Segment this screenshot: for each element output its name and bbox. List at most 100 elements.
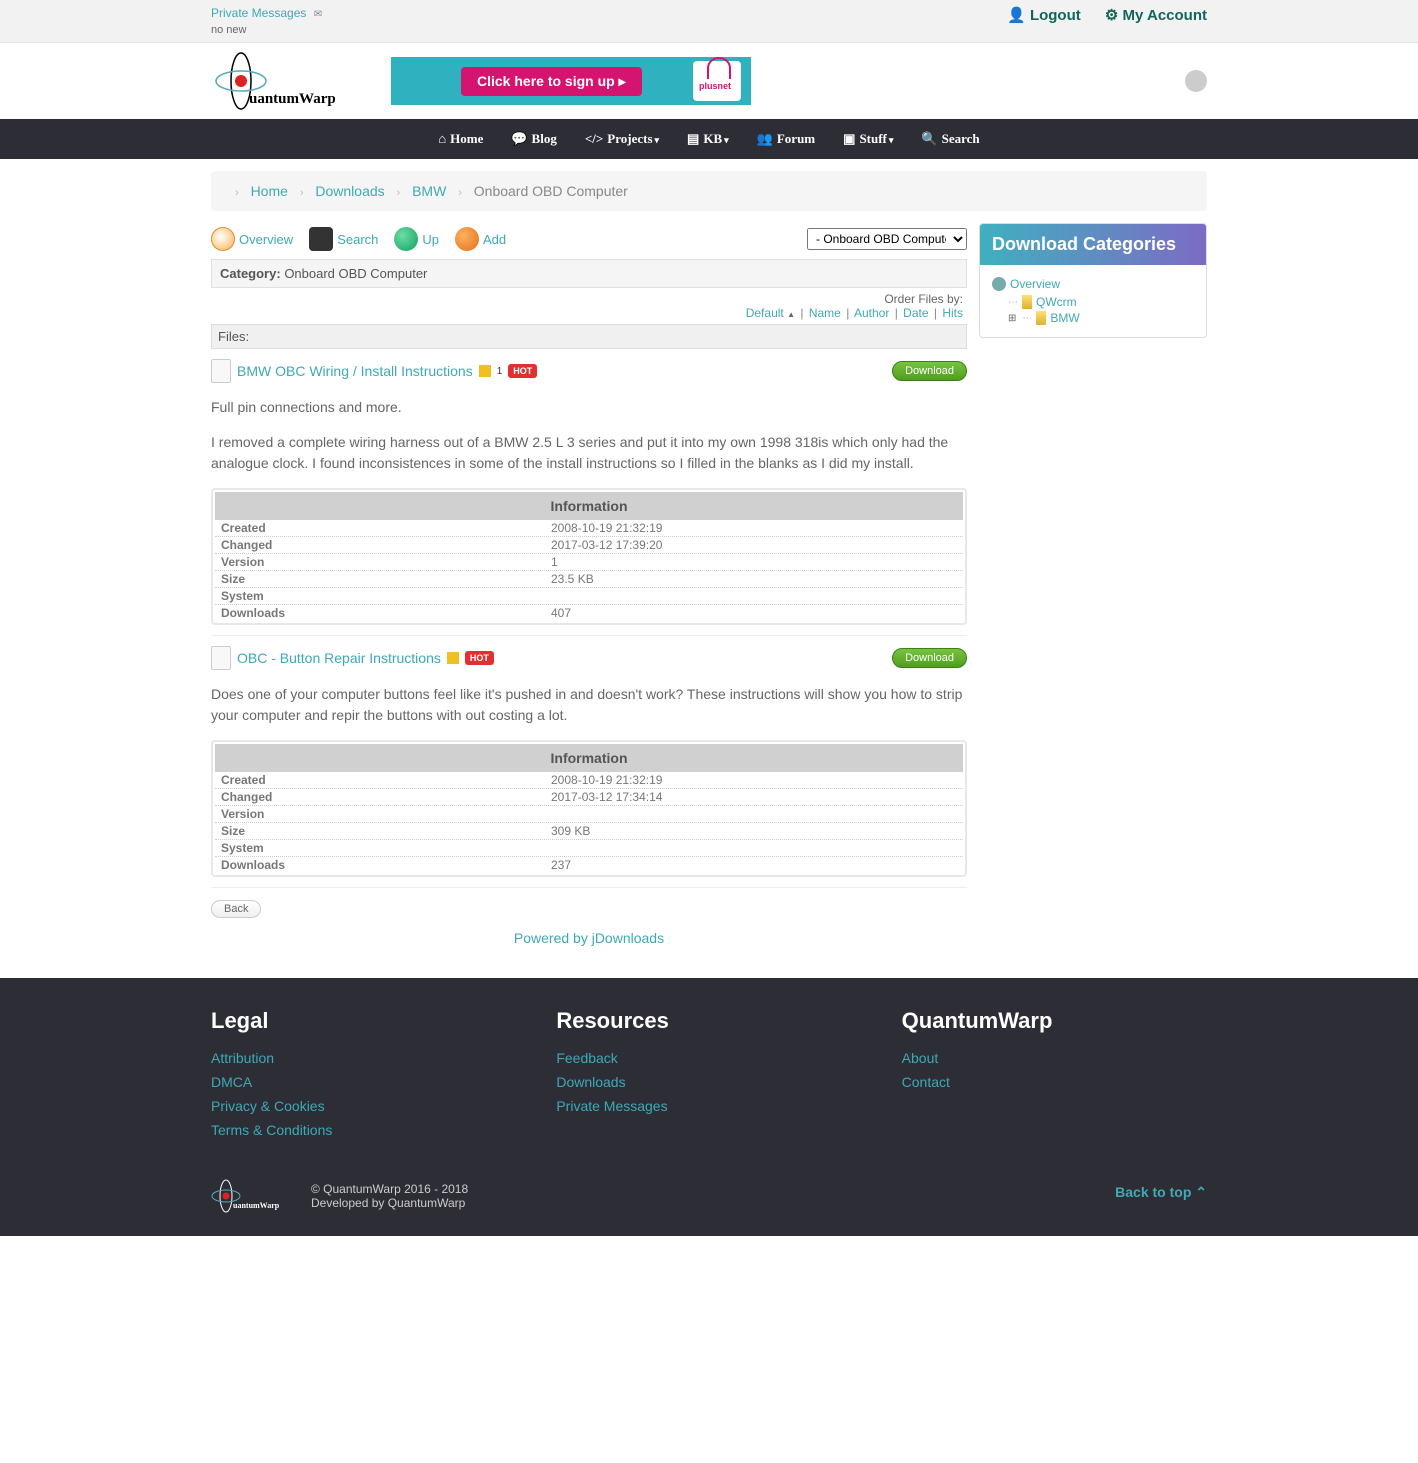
toolbar-up[interactable]: Up — [394, 227, 439, 251]
site-logo[interactable]: uantumWarp — [211, 51, 351, 111]
chevron-down-icon: ▾ — [889, 135, 894, 145]
nav-forum[interactable]: 👥Forum — [757, 131, 815, 147]
footer-link[interactable]: Downloads — [556, 1074, 861, 1090]
category-bar: Category: Onboard OBD Computer — [211, 259, 967, 288]
sort-default[interactable]: Default — [746, 306, 784, 320]
envelope-icon: ✉ — [314, 9, 322, 20]
breadcrumb-home[interactable]: Home — [251, 183, 288, 199]
book-icon: ▤ — [687, 131, 699, 146]
user-icon: 👤 — [1007, 7, 1026, 24]
chevron-down-icon: ▾ — [655, 135, 660, 145]
tree-expand-icon[interactable]: ⊞ — [1008, 313, 1016, 324]
breadcrumb-downloads[interactable]: Downloads — [315, 183, 384, 199]
footer-link[interactable]: Privacy & Cookies — [211, 1098, 516, 1114]
file-info-table: Information Created2008-10-19 21:32:19 C… — [211, 740, 967, 877]
sort-name[interactable]: Name — [809, 306, 841, 320]
footer-link[interactable]: DMCA — [211, 1074, 516, 1090]
chevron-down-icon: ▾ — [724, 135, 729, 145]
file-icon — [211, 359, 231, 383]
my-account-link[interactable]: ⚙ My Account — [1105, 7, 1207, 24]
powered-by-link[interactable]: Powered by jDownloads — [514, 930, 664, 946]
hot-badge: HOT — [508, 364, 537, 378]
nav-projects[interactable]: </>Projects▾ — [585, 131, 659, 147]
files-header: Files: — [211, 324, 967, 349]
github-icon[interactable] — [1185, 70, 1207, 92]
no-new-label: no new — [211, 24, 322, 36]
sort-asc-icon: ▲ — [787, 310, 795, 319]
footer-logo: uantumWarp — [211, 1176, 291, 1216]
toolbar-overview[interactable]: Overview — [211, 227, 293, 251]
tree-bmw[interactable]: BMW — [1050, 311, 1079, 325]
edit-icon[interactable] — [447, 652, 459, 664]
toolbar-search[interactable]: Search — [309, 227, 378, 251]
globe-icon — [992, 277, 1006, 291]
nav-home[interactable]: ⌂Home — [438, 131, 483, 147]
copyright: © QuantumWarp 2016 - 2018 — [311, 1182, 468, 1196]
overview-icon — [211, 227, 235, 251]
gear-icon: ⚙ — [1105, 7, 1118, 24]
file-info-table: Information Created2008-10-19 21:32:19 C… — [211, 488, 967, 625]
file-title-link[interactable]: OBC - Button Repair Instructions — [237, 650, 441, 666]
comment-icon: 💬 — [511, 131, 527, 146]
chevron-up-icon: ⌃ — [1195, 1184, 1207, 1200]
nav-stuff[interactable]: ▣Stuff▾ — [843, 131, 893, 147]
home-icon: ⌂ — [438, 131, 446, 146]
sort-author[interactable]: Author — [854, 306, 889, 320]
folder-icon — [1036, 311, 1046, 325]
footer-legal-header: Legal — [211, 1008, 516, 1034]
footer-link[interactable]: Contact — [902, 1074, 1207, 1090]
breadcrumb-current: Onboard OBD Computer — [474, 183, 628, 199]
breadcrumb: › Home › Downloads › BMW › Onboard OBD C… — [211, 171, 1207, 211]
arrow-up-icon — [394, 227, 418, 251]
edit-icon[interactable] — [479, 365, 491, 377]
users-icon: 👥 — [757, 131, 773, 146]
file-description: Full pin connections and more. — [211, 397, 967, 418]
footer-link[interactable]: Terms & Conditions — [211, 1122, 516, 1138]
download-button[interactable]: Download — [892, 361, 967, 381]
ad-banner[interactable]: Click here to sign up ▸ plusnet — [391, 57, 751, 105]
tree-qwcrm[interactable]: QWcrm — [1036, 295, 1077, 309]
toolbar-add[interactable]: Add — [455, 227, 506, 251]
banner-cta[interactable]: Click here to sign up ▸ — [461, 67, 642, 96]
tree-overview[interactable]: Overview — [1010, 277, 1060, 291]
nav-kb[interactable]: ▤KB▾ — [687, 131, 729, 147]
breadcrumb-bmw[interactable]: BMW — [412, 183, 446, 199]
file-item: OBC - Button Repair Instructions HOT Dow… — [211, 636, 967, 888]
nav-blog[interactable]: 💬Blog — [511, 131, 556, 147]
sidebox-title: Download Categories — [980, 224, 1206, 265]
file-item: BMW OBC Wiring / Install Instructions 1 … — [211, 349, 967, 636]
file-description: Does one of your computer buttons feel l… — [211, 684, 967, 726]
file-icon — [211, 646, 231, 670]
logout-link[interactable]: 👤 Logout — [1007, 7, 1081, 24]
banner-brand: plusnet — [693, 61, 741, 101]
file-description: I removed a complete wiring harness out … — [211, 432, 967, 474]
file-title-link[interactable]: BMW OBC Wiring / Install Instructions — [237, 363, 473, 379]
footer-link[interactable]: Private Messages — [556, 1098, 861, 1114]
sort-hits[interactable]: Hits — [942, 306, 963, 320]
svg-text:uantumWarp: uantumWarp — [233, 1201, 280, 1210]
binoculars-icon — [309, 227, 333, 251]
nav-search[interactable]: 🔍Search — [921, 131, 979, 147]
edit-count: 1 — [497, 366, 503, 377]
search-icon: 🔍 — [921, 131, 937, 146]
arrow-add-icon — [455, 227, 479, 251]
private-messages-link[interactable]: Private Messages — [211, 6, 306, 20]
download-categories-box: Download Categories Overview ⋯ QWcrm — [979, 223, 1207, 338]
svg-text:uantumWarp: uantumWarp — [249, 91, 336, 107]
back-to-top[interactable]: Back to top ⌃ — [1115, 1184, 1207, 1201]
category-select[interactable]: - Onboard OBD Computer — [807, 228, 967, 250]
developed-by: Developed by QuantumWarp — [311, 1196, 468, 1210]
order-by-row: Order Files by: Default ▲ | Name | Autho… — [211, 292, 967, 320]
footer-link[interactable]: About — [902, 1050, 1207, 1066]
footer-link[interactable]: Feedback — [556, 1050, 861, 1066]
download-button[interactable]: Download — [892, 648, 967, 668]
sort-date[interactable]: Date — [903, 306, 928, 320]
folder-icon: ▣ — [843, 131, 855, 146]
footer-link[interactable]: Attribution — [211, 1050, 516, 1066]
hot-badge: HOT — [465, 651, 494, 665]
footer-qw-header: QuantumWarp — [902, 1008, 1207, 1034]
code-icon: </> — [585, 131, 603, 146]
folder-icon — [1022, 295, 1032, 309]
footer-resources-header: Resources — [556, 1008, 861, 1034]
back-button[interactable]: Back — [211, 900, 261, 918]
